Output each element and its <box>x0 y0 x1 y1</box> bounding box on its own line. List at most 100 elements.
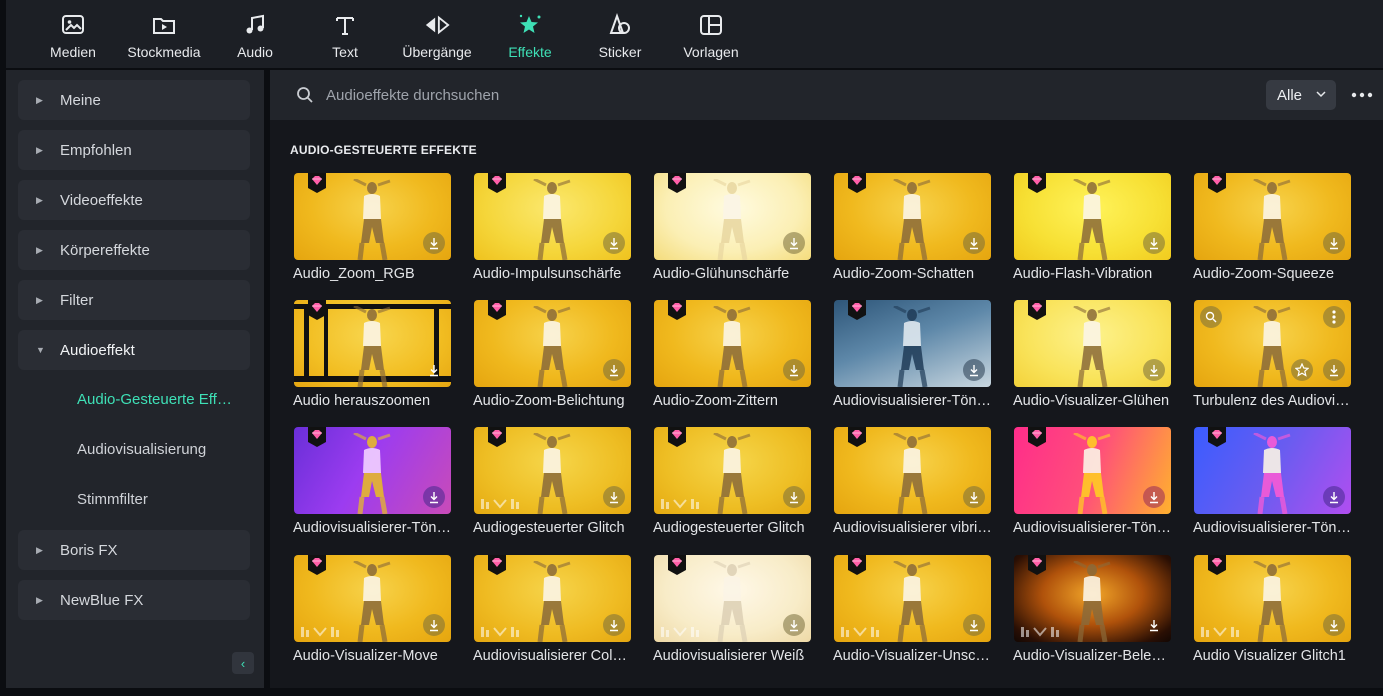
effect-card[interactable]: Audiogesteuerter Glitch <box>653 427 812 541</box>
effect-card[interactable]: Audio-Visualizer-Glühen <box>1013 300 1172 414</box>
tab-vorlagen[interactable]: Vorlagen <box>678 0 744 68</box>
tab-uebergaenge[interactable]: Übergänge <box>398 0 476 68</box>
dancer-figure <box>533 179 571 260</box>
download-button[interactable] <box>1143 614 1165 636</box>
effect-card[interactable]: Audiogesteuerter Glitch <box>473 427 632 541</box>
effect-thumbnail[interactable] <box>1194 300 1351 387</box>
tab-audio[interactable]: Audio <box>228 0 282 68</box>
sidebar-item-audioeffekt[interactable]: ▼ Audioeffekt <box>18 330 250 370</box>
sidebar-item-koerpereffekte[interactable]: ▶ Körpereffekte <box>18 230 250 270</box>
effect-card[interactable]: Audiovisualisierer-Tönung <box>833 300 993 414</box>
sidebar-item-boris-fx[interactable]: ▶ Boris FX <box>18 530 250 570</box>
effect-thumbnail[interactable] <box>1194 427 1351 514</box>
download-button[interactable] <box>603 614 625 636</box>
filter-dropdown[interactable]: Alle <box>1266 80 1336 110</box>
effect-thumbnail[interactable] <box>294 427 451 514</box>
download-button[interactable] <box>1143 232 1165 254</box>
equalizer-icon <box>661 627 699 637</box>
effect-thumbnail[interactable] <box>474 300 631 387</box>
effect-card[interactable]: Audio-Glühunschärfe <box>653 173 812 287</box>
effect-card[interactable]: Audiovisualisierer vibrieren <box>833 427 993 541</box>
effect-card[interactable]: Audio_Zoom_RGB <box>293 173 452 287</box>
download-button[interactable] <box>423 359 445 381</box>
effect-thumbnail[interactable] <box>1194 555 1351 642</box>
effect-thumbnail[interactable] <box>834 427 991 514</box>
sidebar-item-videoeffekte[interactable]: ▶ Videoeffekte <box>18 180 250 220</box>
effect-thumbnail[interactable] <box>294 173 451 260</box>
effect-thumbnail[interactable] <box>654 173 811 260</box>
effect-card[interactable]: Turbulenz des Audiovisualisierers <box>1193 300 1353 414</box>
effect-thumbnail[interactable] <box>294 300 451 387</box>
tab-effekte[interactable]: Effekte <box>502 0 558 68</box>
effect-thumbnail[interactable] <box>1014 300 1171 387</box>
effect-thumbnail[interactable] <box>474 427 631 514</box>
download-button[interactable] <box>783 359 805 381</box>
download-button[interactable] <box>1323 614 1345 636</box>
effect-card[interactable]: Audio-Zoom-Squeeze <box>1193 173 1352 287</box>
download-button[interactable] <box>603 232 625 254</box>
effect-thumbnail[interactable] <box>1014 427 1171 514</box>
card-more-button[interactable] <box>1323 306 1345 328</box>
download-button[interactable] <box>783 614 805 636</box>
preview-button[interactable] <box>1200 306 1222 328</box>
effect-thumbnail[interactable] <box>834 555 991 642</box>
effect-thumbnail[interactable] <box>1014 555 1171 642</box>
sidebar-subitem-audio-gesteuerte-effekte[interactable]: Audio-Gesteuerte Effekte <box>18 379 250 419</box>
effect-card[interactable]: Audio-Visualizer-Unschärfe <box>833 555 993 669</box>
effect-card[interactable]: Audiovisualisierer Weiß <box>653 555 812 669</box>
effect-thumbnail[interactable] <box>474 173 631 260</box>
effect-thumbnail[interactable] <box>654 555 811 642</box>
effect-thumbnail[interactable] <box>1194 173 1351 260</box>
effect-card[interactable]: Audio-Zoom-Schatten <box>833 173 992 287</box>
effect-card[interactable]: Audio Visualizer Glitch1 <box>1193 555 1352 669</box>
search-input[interactable] <box>326 82 926 108</box>
tab-text[interactable]: Text <box>320 0 370 68</box>
effect-card[interactable]: Audio-Zoom-Belichtung <box>473 300 632 414</box>
download-button[interactable] <box>963 486 985 508</box>
effect-card[interactable]: Audio-Impulsunschärfe <box>473 173 632 287</box>
download-button[interactable] <box>603 486 625 508</box>
effect-thumbnail[interactable] <box>654 427 811 514</box>
effect-card[interactable]: Audiovisualisierer Colorful <box>473 555 633 669</box>
effect-card[interactable]: Audio-Zoom-Zittern <box>653 300 812 414</box>
effect-card[interactable]: Audio-Visualizer-Move <box>293 555 452 669</box>
effect-thumbnail[interactable] <box>654 300 811 387</box>
download-button[interactable] <box>423 232 445 254</box>
sidebar-item-filter[interactable]: ▶ Filter <box>18 280 250 320</box>
effect-card[interactable]: Audio-Flash-Vibration <box>1013 173 1172 287</box>
effect-thumbnail[interactable] <box>474 555 631 642</box>
effect-card[interactable]: Audiovisualisierer-Tönung <box>1013 427 1173 541</box>
download-button[interactable] <box>423 486 445 508</box>
tab-stockmedia[interactable]: Stockmedia <box>122 0 206 68</box>
download-button[interactable] <box>603 359 625 381</box>
download-button[interactable] <box>1323 486 1345 508</box>
download-button[interactable] <box>1143 359 1165 381</box>
collapse-sidebar-button[interactable]: ‹ <box>232 652 254 674</box>
effect-card[interactable]: Audio-Visualizer-Beleuchtung <box>1013 555 1173 669</box>
sidebar-item-empfohlen[interactable]: ▶ Empfohlen <box>18 130 250 170</box>
download-button[interactable] <box>423 614 445 636</box>
favorite-button[interactable] <box>1291 359 1313 381</box>
more-options-button[interactable] <box>1350 84 1374 106</box>
effect-thumbnail[interactable] <box>834 300 991 387</box>
sidebar-subitem-audiovisualisierung[interactable]: Audiovisualisierung <box>18 429 250 469</box>
effect-thumbnail[interactable] <box>1014 173 1171 260</box>
download-button[interactable] <box>783 232 805 254</box>
sidebar-item-newblue-fx[interactable]: ▶ NewBlue FX <box>18 580 250 620</box>
effect-card[interactable]: Audio herauszoomen <box>293 300 452 414</box>
download-button[interactable] <box>1143 486 1165 508</box>
download-button[interactable] <box>963 359 985 381</box>
tab-medien[interactable]: Medien <box>42 0 104 68</box>
effect-card[interactable]: Audiovisualisierer-Tönung <box>293 427 453 541</box>
download-button[interactable] <box>963 614 985 636</box>
tab-sticker[interactable]: Sticker <box>594 0 646 68</box>
download-button[interactable] <box>1323 359 1345 381</box>
download-button[interactable] <box>783 486 805 508</box>
download-button[interactable] <box>1323 232 1345 254</box>
download-button[interactable] <box>963 232 985 254</box>
sidebar-item-meine[interactable]: ▶ Meine <box>18 80 250 120</box>
effect-card[interactable]: Audiovisualisierer-Tönung <box>1193 427 1353 541</box>
sidebar-subitem-stimmfilter[interactable]: Stimmfilter <box>18 479 250 519</box>
effect-thumbnail[interactable] <box>834 173 991 260</box>
effect-thumbnail[interactable] <box>294 555 451 642</box>
